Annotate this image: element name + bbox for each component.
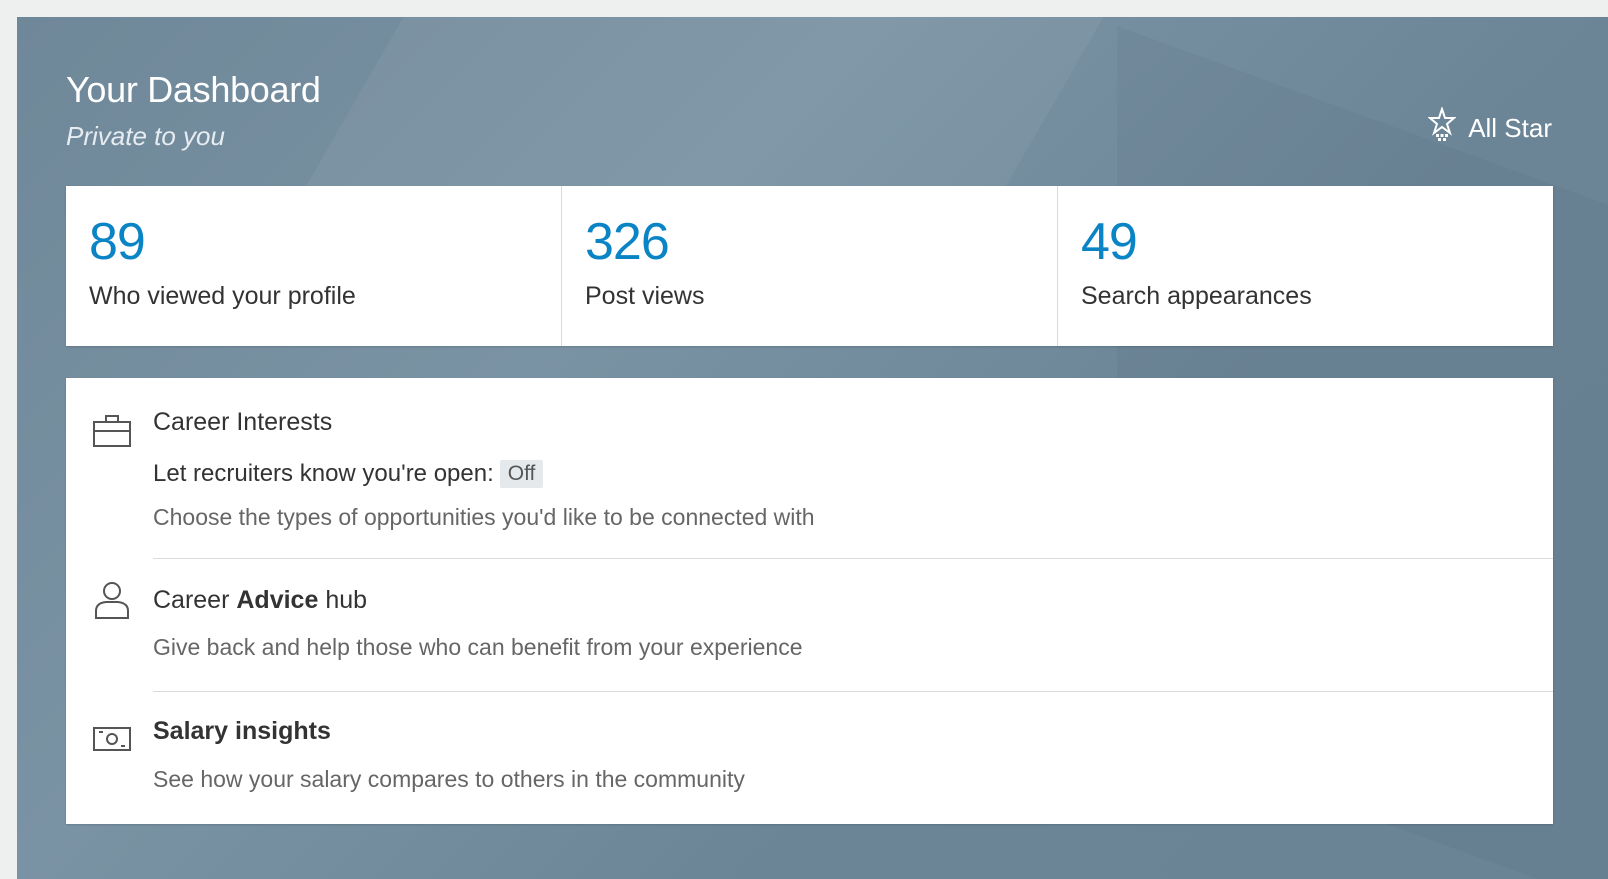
stats-bar: 89 Who viewed your profile 326 Post view…	[66, 186, 1553, 346]
stat-profile-views[interactable]: 89 Who viewed your profile	[66, 186, 562, 346]
stat-label: Search appearances	[1081, 282, 1312, 310]
career-advice-title-bold: Advice	[236, 586, 319, 614]
recruiter-toggle-badge[interactable]: Off	[499, 460, 544, 488]
dashboard-subtitle: Private to you	[66, 121, 225, 151]
career-advice-title-suffix: hub	[325, 586, 368, 614]
recruiter-toggle-label: Let recruiters know you're open:	[153, 460, 494, 487]
stat-search-appearances[interactable]: 49 Search appearances	[1058, 186, 1553, 346]
stat-label: Who viewed your profile	[89, 282, 356, 310]
stat-value: 326	[585, 213, 670, 271]
person-icon	[92, 580, 132, 620]
career-advice-title-prefix: Career	[153, 586, 230, 614]
career-advice-description: Give back and help those who can benefit…	[153, 634, 803, 660]
career-advice-item[interactable]: Career Advice hub Give back and help tho…	[66, 559, 1553, 691]
career-interests-item[interactable]: Career Interests Let recruiters know you…	[66, 378, 1553, 558]
salary-insights-title: Salary insights	[153, 717, 331, 745]
salary-insights-item[interactable]: Salary insights See how your salary comp…	[66, 692, 1553, 824]
career-panel: Career Interests Let recruiters know you…	[66, 378, 1553, 824]
salary-insights-description: See how your salary compares to others i…	[153, 766, 745, 792]
career-interests-title: Career Interests	[153, 408, 333, 436]
all-star-label: All Star	[1468, 113, 1552, 143]
all-star-badge[interactable]: All Star	[1427, 105, 1552, 150]
money-icon	[92, 718, 132, 758]
career-interests-description: Choose the types of opportunities you'd …	[153, 504, 815, 530]
stat-label: Post views	[585, 282, 705, 310]
stat-value: 89	[89, 213, 146, 271]
dashboard-title: Your Dashboard	[66, 69, 321, 110]
all-star-icon	[1427, 105, 1457, 150]
recruiter-toggle-row: Let recruiters know you're open: Off	[153, 460, 544, 488]
stat-value: 49	[1081, 213, 1138, 271]
dashboard-card: Your Dashboard Private to you All Star 8…	[17, 17, 1608, 879]
career-advice-title: Career Advice hub	[153, 586, 367, 615]
briefcase-icon	[92, 411, 132, 451]
stat-post-views[interactable]: 326 Post views	[562, 186, 1058, 346]
